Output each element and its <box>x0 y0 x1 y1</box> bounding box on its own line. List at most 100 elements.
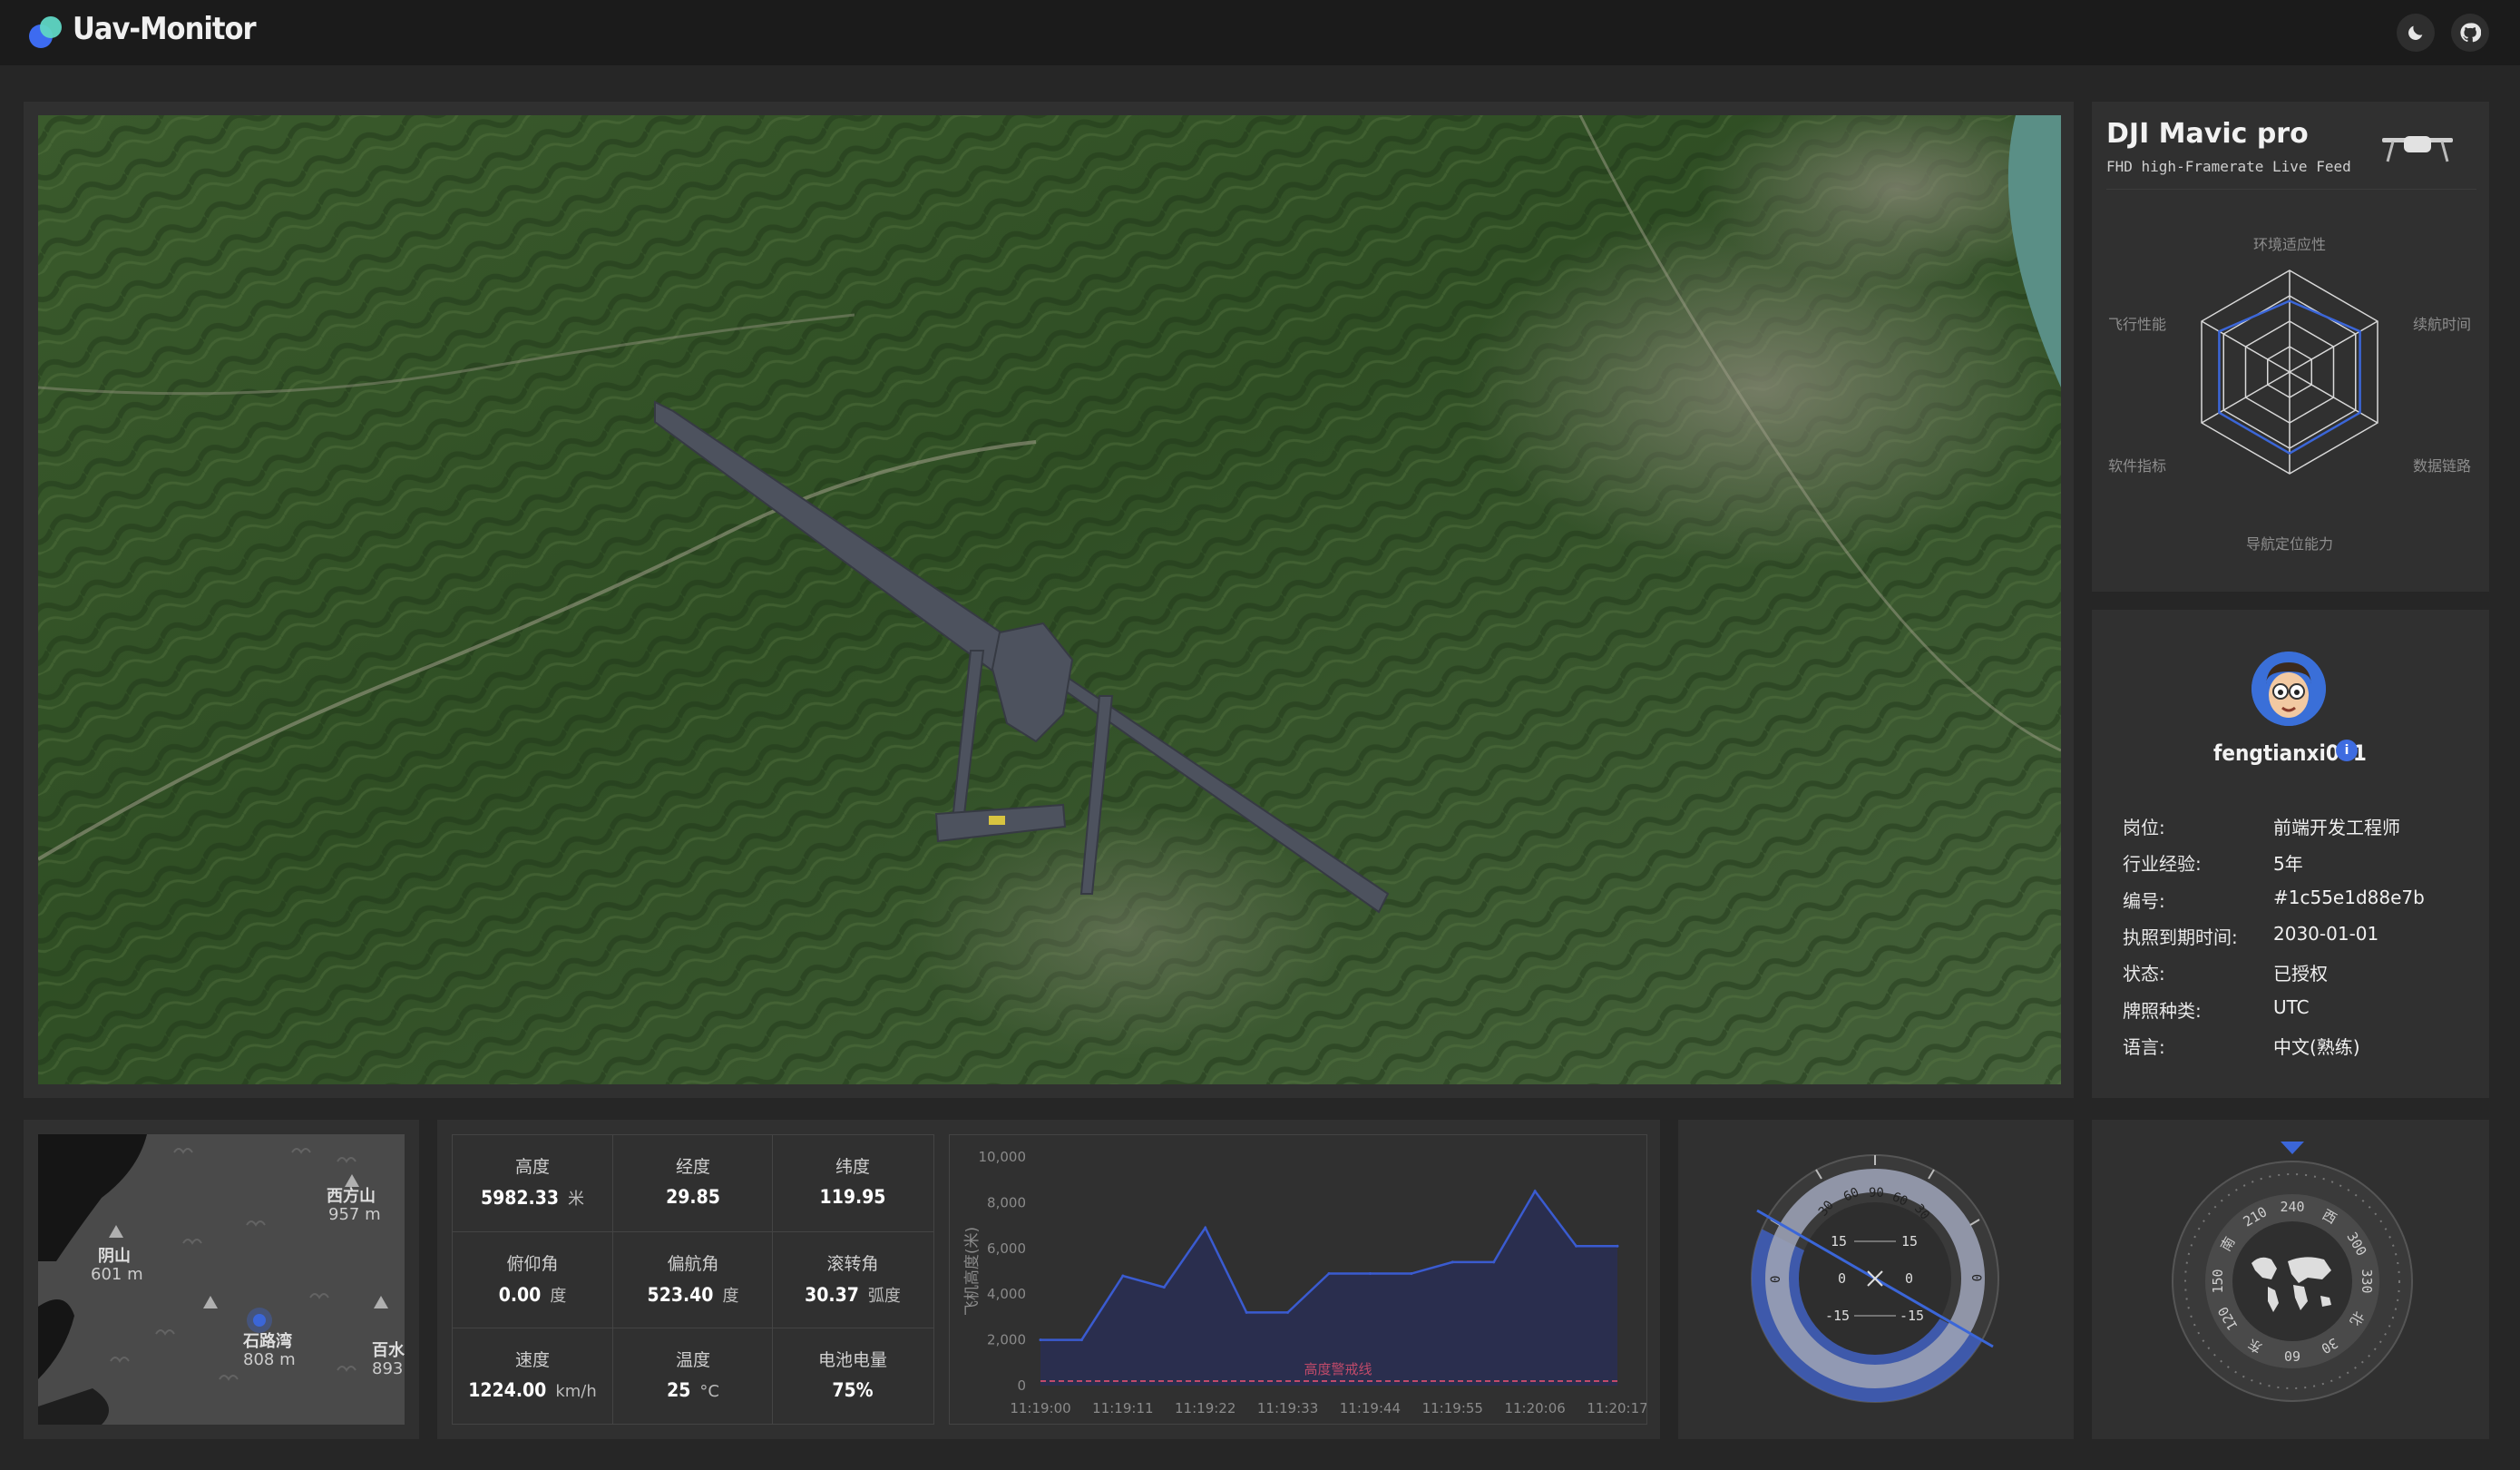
compass-label: 150 <box>2210 1269 2226 1293</box>
x-tick-label: 11:19:22 <box>1175 1400 1236 1416</box>
stat-temperature: 温度 25 °C <box>667 1350 719 1401</box>
y-tick-label: 10,000 <box>979 1149 1027 1165</box>
altitude-chart: 10,000 8,000 6,000 4,000 2,000 0 飞机高度(米) 高度警戒线 1… <box>949 1134 1648 1425</box>
drone-subtitle: FHD high-Framerate Live Feed <box>2106 158 2351 175</box>
stat-roll: 滚转角 30.37 弧度 <box>805 1254 901 1306</box>
info-label-license-expiry: 执照到期时间: <box>2123 926 2238 948</box>
pitch-scale-label: 15 <box>1901 1233 1918 1250</box>
altitude-point <box>1533 1190 1537 1193</box>
info-label-experience: 行业经验: <box>2123 853 2202 875</box>
altitude-point <box>1245 1310 1248 1314</box>
stat-altitude: 高度 5982.33 米 <box>480 1157 585 1209</box>
github-icon <box>2460 23 2481 43</box>
drone-icon <box>2382 136 2453 162</box>
compass: 南210 240 西300330北3060东120150 <box>2172 1142 2413 1402</box>
info-value-language: 中文(熟练) <box>2273 1036 2360 1058</box>
github-button[interactable] <box>2451 14 2489 52</box>
pitch-scale-label: -15 <box>1900 1308 1924 1324</box>
capability-radar-chart <box>2201 270 2378 475</box>
3d-map-viewport[interactable] <box>38 115 2061 1084</box>
info-value-position: 前端开发工程师 <box>2273 817 2400 838</box>
altitude-point <box>1327 1272 1331 1276</box>
stat-pitch: 俯仰角 0.00 度 <box>498 1254 567 1306</box>
stat-longitude: 经度 29.85 <box>666 1157 720 1208</box>
avatar-face-icon <box>2251 652 2326 726</box>
y-tick-label: 4,000 <box>987 1286 1026 1302</box>
warning-line-label: 高度警戒线 <box>1304 1361 1372 1377</box>
terrain-scene <box>38 115 2061 1084</box>
x-tick-label: 11:19:55 <box>1422 1400 1483 1416</box>
altitude-point <box>1575 1244 1578 1248</box>
pitch-scale-label: 0 <box>1838 1270 1846 1287</box>
radar-label-bottom-right: 数据链路 <box>2413 459 2472 475</box>
map-label-place: 百水 <box>372 1341 405 1360</box>
drone-card-separator <box>2106 189 2476 190</box>
altitude-point <box>1204 1226 1207 1230</box>
compass-label: 330 <box>2359 1269 2375 1293</box>
x-tick-label: 11:20:06 <box>1504 1400 1565 1416</box>
verified-icon: ⅰ <box>2336 740 2358 761</box>
altitude-point <box>1368 1272 1372 1276</box>
stat-yaw: 偏航角 523.40 度 <box>647 1254 739 1306</box>
x-tick-label: 11:19:00 <box>1010 1400 1070 1416</box>
x-tick-label: 11:19:11 <box>1092 1400 1153 1416</box>
app-logo-icon <box>29 16 62 48</box>
radar-label-bottom: 导航定位能力 <box>2246 537 2334 553</box>
map-label-elevation: 808 m <box>243 1350 296 1369</box>
telemetry-grid: 高度 5982.33 米 经度 29.85 纬度 119.95 俯仰角 0.00 度… <box>452 1134 934 1425</box>
attitude-tick-label: 90 <box>1869 1186 1884 1200</box>
stat-speed: 速度 1224.00 km/h <box>468 1350 597 1401</box>
info-value-status: 已授权 <box>2273 963 2328 985</box>
map-label-elevation: 957 m <box>328 1205 381 1224</box>
y-tick-label: 2,000 <box>987 1332 1026 1348</box>
drone-name: DJI Mavic pro <box>2106 118 2309 150</box>
info-value-experience: 5年 <box>2273 853 2303 875</box>
attitude-side-label: 0 <box>1968 1274 1983 1281</box>
x-tick-label: 11:20:17 <box>1587 1400 1646 1416</box>
map-label-place: 阴山 <box>98 1247 131 1266</box>
y-tick-label: 8,000 <box>987 1194 1026 1210</box>
info-value-license-expiry: 2030-01-01 <box>2273 923 2379 945</box>
info-label-language: 语言: <box>2123 1036 2165 1058</box>
altitude-point <box>1162 1286 1166 1289</box>
username: fengtianxi001 <box>2213 740 2367 766</box>
stat-latitude: 纬度 119.95 <box>819 1157 886 1208</box>
radar-label-top-right: 续航时间 <box>2413 318 2472 333</box>
x-tick-label: 11:19:44 <box>1340 1400 1401 1416</box>
map-label-place: 西方山 <box>327 1187 376 1206</box>
top-bar: Uav-Monitor <box>0 0 2520 65</box>
stat-battery: 电池电量 75% <box>817 1350 887 1401</box>
theme-toggle-button[interactable] <box>2397 14 2435 52</box>
altitude-point <box>1450 1260 1454 1264</box>
pitch-scale-label: 0 <box>1905 1270 1913 1287</box>
altitude-point <box>1616 1244 1619 1248</box>
altitude-point <box>1079 1338 1083 1342</box>
map-label-elevation: 601 m <box>91 1265 143 1284</box>
altitude-point <box>1410 1272 1413 1276</box>
pitch-scale-label: 15 <box>1831 1233 1847 1250</box>
altitude-point <box>1286 1310 1290 1314</box>
info-label-id: 编号: <box>2123 890 2165 912</box>
moon-icon <box>2408 25 2423 40</box>
attitude-indicator: 30 60 90 60 30 0 0 15 15 0 0 -15 -15 <box>1751 1154 1999 1403</box>
altitude-chart-svg: 10,000 8,000 6,000 4,000 2,000 0 飞机高度(米) 高度警戒线 1… <box>963 1149 1648 1416</box>
altitude-point <box>1121 1274 1125 1278</box>
info-value-id: #1c55e1d88e7b <box>2273 887 2425 908</box>
compass-label: 60 <box>2284 1348 2300 1364</box>
pitch-scale-label: -15 <box>1825 1308 1850 1324</box>
radar-label-bottom-left: 软件指标 <box>2108 459 2167 475</box>
minimap[interactable]: 西方山 957 m 阴山 601 m 石路湾 808 m 百水 893 <box>38 1134 405 1425</box>
compass-label: 240 <box>2280 1199 2304 1215</box>
avatar[interactable] <box>2251 652 2326 726</box>
radar-label-top-left: 飞行性能 <box>2108 318 2167 333</box>
info-label-status: 状态: <box>2123 963 2165 985</box>
altitude-area <box>1040 1191 1617 1386</box>
attitude-side-label: 0 <box>1769 1276 1783 1283</box>
info-value-license-type: UTC <box>2273 996 2310 1018</box>
map-label-place: 石路湾 <box>243 1332 292 1351</box>
altitude-point <box>1492 1260 1496 1264</box>
map-label-elevation: 893 <box>372 1359 404 1378</box>
x-tick-label: 11:19:33 <box>1257 1400 1318 1416</box>
app-title: Uav-Monitor <box>73 11 257 47</box>
y-tick-label: 6,000 <box>987 1240 1026 1257</box>
